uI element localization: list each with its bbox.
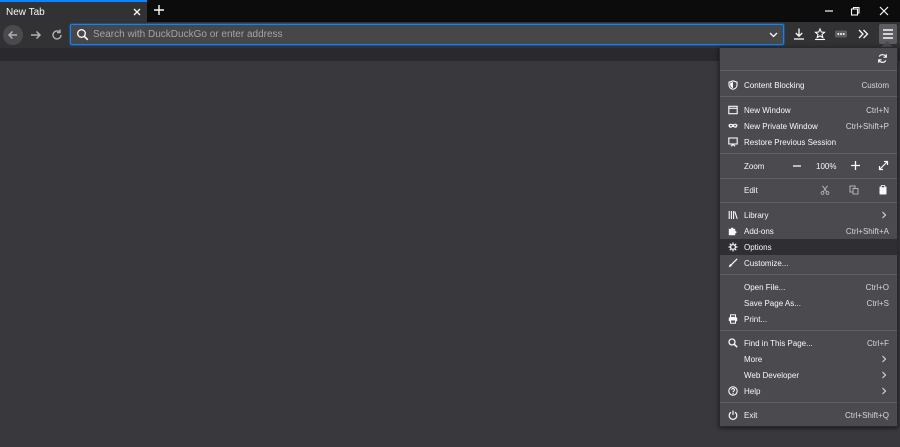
menu-item-label: Open File...	[744, 282, 786, 292]
title-bar: New Tab	[0, 0, 900, 22]
chevron-down-icon[interactable]	[768, 29, 779, 40]
zoom-in-plus-icon[interactable]	[850, 160, 861, 171]
separator	[720, 202, 897, 203]
shortcut-label: Ctrl+F	[867, 338, 889, 348]
url-input[interactable]	[93, 26, 753, 43]
chevron-right-icon	[882, 355, 887, 363]
close-window-icon[interactable]	[878, 5, 890, 17]
menu-item-label: Zoom	[744, 161, 765, 171]
nav-toolbar	[0, 22, 900, 48]
menu-item-label: New Private Window	[744, 121, 818, 131]
puzzle-piece-icon	[728, 227, 737, 236]
downloads-icon[interactable]	[792, 27, 806, 41]
paintbrush-icon	[728, 258, 738, 268]
menu-item-find[interactable]: Find in This Page... Ctrl+F	[720, 335, 897, 351]
back-arrow-icon	[7, 30, 17, 40]
app-menu-panel: Content Blocking Custom New Window Ctrl+…	[719, 47, 898, 427]
search-icon	[77, 29, 89, 41]
separator	[720, 274, 897, 275]
menu-item-label: Add-ons	[744, 226, 774, 236]
menu-item-content-blocking[interactable]: Content Blocking Custom	[720, 77, 897, 93]
menu-item-label: Print...	[744, 314, 768, 324]
new-tab-plus-icon[interactable]	[152, 3, 166, 17]
menu-item-label: Web Developer	[744, 370, 799, 380]
menu-item-library[interactable]: Library	[720, 207, 897, 223]
close-tab-icon[interactable]	[131, 6, 143, 18]
cut-scissors-icon[interactable]	[820, 185, 830, 195]
menu-item-new-private-window[interactable]: New Private Window Ctrl+Shift+P	[720, 118, 897, 134]
menu-item-label: New Window	[744, 105, 791, 115]
separator	[720, 153, 897, 154]
menu-item-edit: Edit	[720, 182, 897, 198]
zoom-out-minus-icon[interactable]	[792, 161, 802, 171]
gear-icon	[728, 242, 738, 252]
paste-clipboard-icon[interactable]	[878, 185, 888, 195]
separator	[720, 178, 897, 179]
menu-item-print[interactable]: Print...	[720, 311, 897, 327]
back-button[interactable]	[3, 25, 23, 45]
menu-item-label: Save Page As...	[744, 298, 801, 308]
separator	[720, 70, 897, 71]
shortcut-label: Ctrl+Shift+P	[845, 121, 889, 131]
menu-item-label: Help	[744, 386, 761, 396]
content-blocking-value: Custom	[861, 80, 889, 90]
search-icon	[728, 338, 738, 348]
restore-icon[interactable]	[849, 5, 861, 17]
menu-item-help[interactable]: Help	[720, 383, 897, 399]
minimize-icon[interactable]	[823, 5, 835, 17]
shortcut-label: Ctrl+S	[866, 298, 889, 308]
copy-icon[interactable]	[849, 185, 859, 195]
tab-new-tab[interactable]: New Tab	[0, 0, 147, 22]
shield-icon	[728, 80, 738, 90]
double-chevron-right-icon[interactable]	[856, 27, 870, 41]
pocket-icon[interactable]	[813, 27, 827, 41]
menu-item-save-page[interactable]: Save Page As... Ctrl+S	[720, 295, 897, 311]
sync-icon[interactable]	[877, 53, 888, 64]
menu-item-label: Library	[744, 210, 769, 220]
separator	[720, 330, 897, 331]
menu-item-zoom: Zoom 100%	[720, 158, 897, 174]
url-bar[interactable]	[70, 24, 784, 45]
menu-item-label: Options	[744, 242, 772, 252]
fullscreen-icon[interactable]	[878, 160, 889, 171]
chevron-right-icon	[882, 387, 887, 395]
menu-item-label: Restore Previous Session	[744, 137, 837, 147]
zoom-level[interactable]: 100%	[816, 162, 836, 171]
menu-item-options[interactable]: Options	[720, 239, 897, 255]
menu-item-label: Edit	[744, 185, 758, 195]
shortcut-label: Ctrl+Shift+A	[845, 226, 889, 236]
forward-arrow-icon[interactable]	[26, 25, 46, 45]
printer-icon	[728, 314, 738, 324]
menu-item-label: Find in This Page...	[744, 338, 813, 348]
overflow-dots-icon[interactable]	[834, 27, 848, 41]
menu-item-more[interactable]: More	[720, 351, 897, 367]
menu-item-label: More	[744, 354, 763, 364]
menu-item-addons[interactable]: Add-ons Ctrl+Shift+A	[720, 223, 897, 239]
power-icon	[728, 410, 738, 420]
chevron-right-icon	[882, 371, 887, 379]
private-mask-icon	[728, 123, 738, 128]
tab-title: New Tab	[6, 7, 45, 18]
separator	[720, 402, 897, 403]
menu-item-customize[interactable]: Customize...	[720, 255, 897, 271]
shortcut-label: Ctrl+O	[865, 282, 889, 292]
reload-icon[interactable]	[47, 25, 67, 45]
new-window-icon	[728, 105, 738, 115]
library-books-icon	[728, 211, 738, 219]
menu-item-new-window[interactable]: New Window Ctrl+N	[720, 102, 897, 118]
help-question-icon	[728, 386, 738, 396]
menu-item-restore-session[interactable]: Restore Previous Session	[720, 134, 897, 150]
restore-session-icon	[728, 137, 738, 147]
shortcut-label: Ctrl+Shift+Q	[844, 410, 889, 420]
menu-item-exit[interactable]: Exit Ctrl+Shift+Q	[720, 407, 897, 423]
menu-item-open-file[interactable]: Open File... Ctrl+O	[720, 279, 897, 295]
menu-item-label: Customize...	[744, 258, 789, 268]
shortcut-label: Ctrl+N	[866, 105, 889, 115]
menu-item-label: Exit	[744, 410, 758, 420]
separator	[720, 96, 897, 97]
menu-item-label: Content Blocking	[744, 80, 805, 90]
menu-item-web-developer[interactable]: Web Developer	[720, 367, 897, 383]
chevron-right-icon	[882, 211, 887, 219]
